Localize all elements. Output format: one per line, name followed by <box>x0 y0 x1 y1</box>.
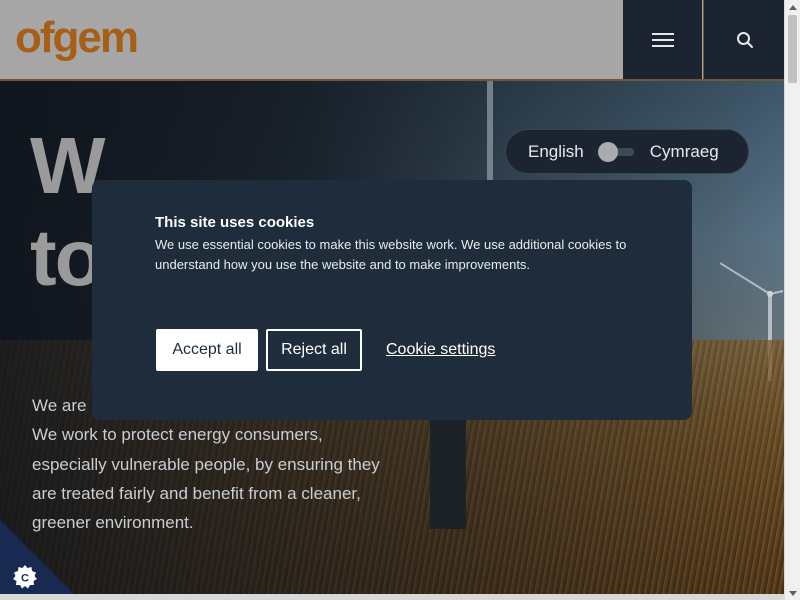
scroll-up-arrow-icon[interactable] <box>785 0 800 14</box>
page: ofgem W to We are We work to protect ene… <box>0 0 800 600</box>
language-cymraeg-label[interactable]: Cymraeg <box>650 142 719 162</box>
language-switch-knob <box>597 141 618 162</box>
page-bottom-bar <box>0 594 784 600</box>
hamburger-menu-icon <box>651 32 674 47</box>
hero-text-rest: We work to protect energy consumers, esp… <box>32 425 380 533</box>
cookie-corner-letter: C <box>21 573 29 585</box>
cookie-banner-body: We use essential cookies to make this we… <box>155 237 627 272</box>
cookie-banner: This site uses cookies We use essential … <box>92 180 692 420</box>
menu-button[interactable] <box>623 0 702 79</box>
language-toggle[interactable]: English Cymraeg <box>505 129 749 174</box>
viewport: ofgem W to We are We work to protect ene… <box>0 0 784 600</box>
cookie-banner-title: This site uses cookies <box>155 214 315 231</box>
ofgem-logo[interactable]: ofgem <box>15 12 139 64</box>
cookie-settings-icon[interactable]: C <box>12 564 38 590</box>
hero-text-line1: We are <box>32 396 87 415</box>
scrollbar-thumb[interactable] <box>788 15 797 83</box>
hero-title-line2: to <box>30 213 104 302</box>
search-button[interactable] <box>703 0 784 79</box>
cookie-settings-link[interactable]: Cookie settings <box>386 329 495 371</box>
language-switch[interactable] <box>597 141 634 162</box>
site-header: ofgem <box>0 0 784 81</box>
reject-all-button[interactable]: Reject all <box>266 329 362 371</box>
accept-all-button[interactable]: Accept all <box>156 329 258 371</box>
vertical-scrollbar[interactable] <box>784 0 800 600</box>
person-legs-image <box>430 419 466 529</box>
search-icon <box>736 31 753 48</box>
language-english-label[interactable]: English <box>528 142 584 162</box>
scroll-down-arrow-icon[interactable] <box>785 586 800 600</box>
